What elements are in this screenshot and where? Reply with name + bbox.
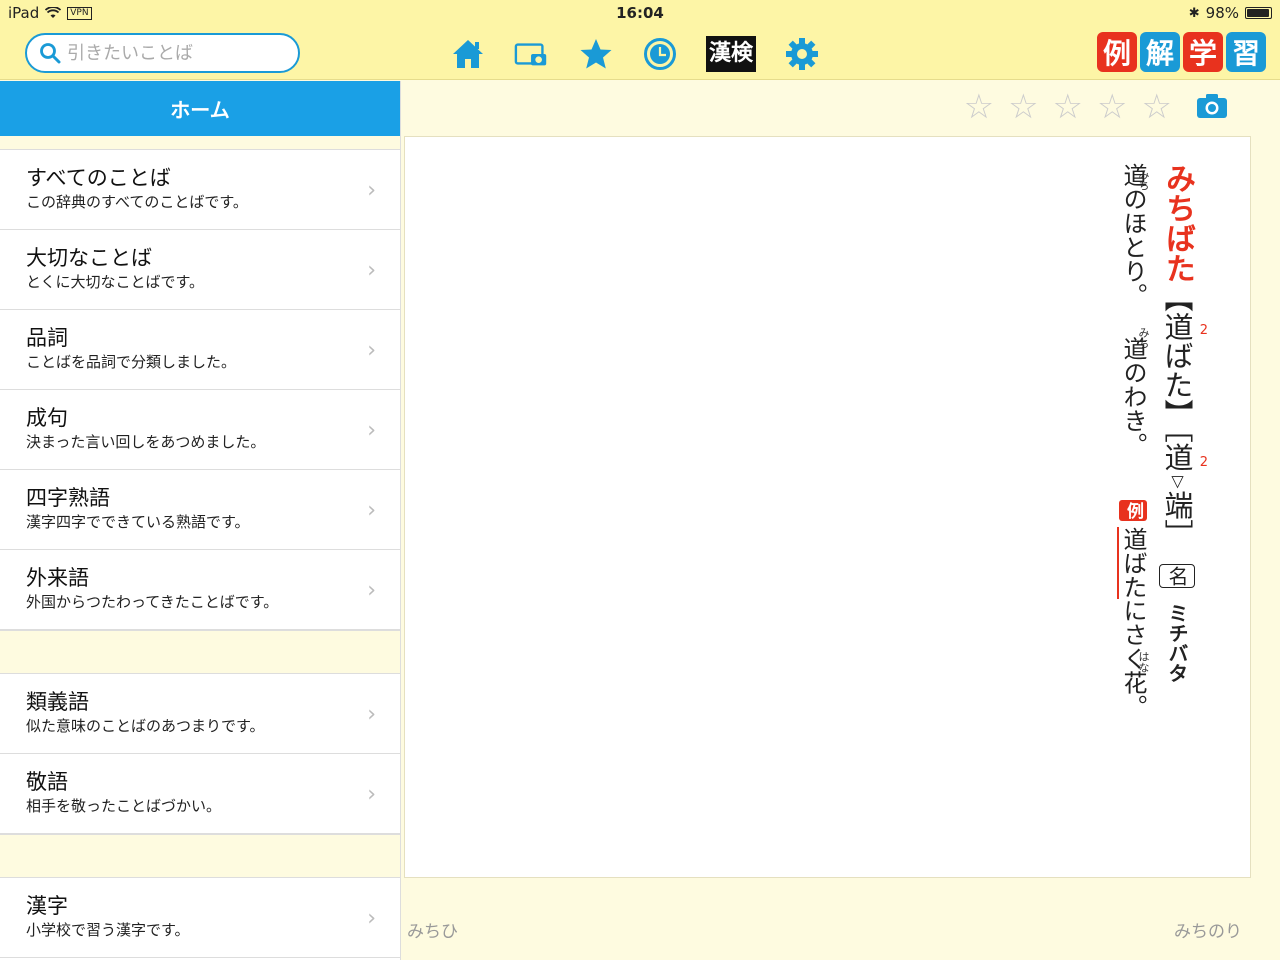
sidebar-item-title: 敬語: [26, 770, 68, 794]
sidebar-item-title: 漢字: [26, 894, 68, 918]
entry-kanji-alt-a: 道: [1160, 442, 1194, 472]
search-input[interactable]: [67, 42, 287, 64]
part-of-speech-badge: 名: [1159, 563, 1195, 588]
entry-pane: ☆ ☆ ☆ ☆ ☆ みちばた【道ばた】［道▽端］ 名 ミチバタ 2 2 みち み…: [401, 81, 1280, 960]
kanken-button[interactable]: 漢検: [706, 36, 757, 72]
settings-gear-icon[interactable]: [784, 36, 820, 72]
toolbar: 漢検 例 解 学 習: [0, 28, 1280, 80]
chevron-right-icon: ›: [367, 578, 376, 603]
star-outline-icon[interactable]: ☆: [1142, 89, 1172, 125]
definition-2: 道のわき。: [1119, 336, 1147, 457]
entry-headword: みちばた: [1160, 163, 1195, 283]
chevron-right-icon: ›: [367, 338, 376, 363]
chevron-right-icon: ›: [367, 782, 376, 807]
chevron-right-icon: ›: [367, 906, 376, 931]
grade-superscript: 2: [1199, 455, 1208, 470]
sidebar-item-important-words[interactable]: 大切なことば とくに大切なことばです。 ›: [0, 230, 400, 310]
sidebar-item-kanji[interactable]: 漢字 小学校で習う漢字です。 ›: [0, 878, 400, 958]
history-clock-icon[interactable]: [642, 36, 678, 72]
entry-page: みちばた【道ばた】［道▽端］ 名 ミチバタ 2 2 みち みち はな 道のほとり…: [404, 136, 1251, 878]
entry-kanji-mark: ▽: [1168, 471, 1187, 491]
sidebar-item-desc: 決まった言い回しをあつめました。: [26, 433, 266, 451]
sidebar-item-desc: とくに大切なことばです。: [26, 273, 205, 291]
sidebar-item-desc: 外国からつたわってきたことばです。: [26, 593, 279, 611]
entry-kanji-alt-b: 端: [1160, 490, 1194, 520]
sidebar-item-desc: ことばを品詞で分類しました。: [26, 353, 237, 371]
sidebar-item-idioms[interactable]: 成句 決まった言い回しをあつめました。 ›: [0, 390, 400, 470]
sidebar-item-desc: 小学校で習う漢字です。: [26, 921, 190, 939]
bracket-close-alt: ］: [1160, 519, 1194, 549]
chevron-right-icon: ›: [367, 702, 376, 727]
rating-stars[interactable]: ☆ ☆ ☆ ☆ ☆: [964, 89, 1172, 125]
sidebar-item-desc: 似た意味のことばのあつまりです。: [26, 717, 265, 735]
sidebar-item-title: 外来語: [26, 566, 89, 590]
example-headword: 道ばた: [1117, 526, 1147, 599]
status-right: ✱ 98%: [1189, 4, 1272, 22]
sidebar-item-title: 大切なことば: [26, 246, 152, 270]
entry-katakana: ミチバタ: [1165, 602, 1189, 683]
sidebar-item-all-words[interactable]: すべてのことば この辞典のすべてのことばです。 ›: [0, 150, 400, 230]
entry-kanji-form: 道ばた: [1160, 312, 1194, 399]
section-spacer: [0, 136, 400, 150]
example-kanji: 花: [1119, 670, 1147, 695]
star-outline-icon[interactable]: ☆: [1097, 89, 1127, 125]
star-outline-icon[interactable]: ☆: [964, 89, 994, 125]
sidebar-item-title: 成句: [26, 406, 68, 430]
entry-headword-column: みちばた【道ばた】［道▽端］ 名 ミチバタ: [1159, 163, 1195, 683]
battery-percent: 98%: [1205, 4, 1239, 22]
status-time: 16:04: [616, 4, 664, 22]
sidebar-item-title: 品詞: [26, 326, 68, 350]
search-box[interactable]: [25, 33, 300, 73]
home-icon[interactable]: [450, 36, 486, 72]
sidebar-item-desc: この辞典のすべてのことばです。: [26, 193, 248, 211]
sidebar-item-synonyms[interactable]: 類義語 似た意味のことばのあつまりです。 ›: [0, 674, 400, 754]
logo-char: 習: [1226, 32, 1266, 72]
sidebar: ホーム すべてのことば この辞典のすべてのことばです。 › 大切なことば とくに…: [0, 81, 401, 960]
section-spacer: [0, 630, 400, 674]
bracket-open-alt: ［: [1160, 428, 1194, 443]
sidebar-item-title: 四字熟語: [26, 486, 110, 510]
next-entry-link[interactable]: みちのり: [1174, 917, 1242, 942]
star-outline-icon[interactable]: ☆: [1053, 89, 1083, 125]
chevron-right-icon: ›: [367, 418, 376, 443]
section-spacer: [0, 834, 400, 878]
example-badge: 例: [1119, 499, 1147, 521]
search-icon: [40, 43, 61, 64]
bracket-close: 】: [1160, 399, 1194, 428]
camera-icon[interactable]: [1196, 93, 1228, 123]
sidebar-item-parts-of-speech[interactable]: 品詞 ことばを品詞で分類しました。 ›: [0, 310, 400, 390]
sidebar-item-desc: 漢字四字でできている熟語です。: [26, 513, 250, 531]
chevron-right-icon: ›: [367, 498, 376, 523]
battery-icon: [1245, 7, 1272, 19]
sidebar-item-four-char-idioms[interactable]: 四字熟語 漢字四字でできている熟語です。 ›: [0, 470, 400, 550]
screen-capture-icon[interactable]: [514, 36, 550, 72]
grade-superscript: 2: [1199, 323, 1208, 338]
favorites-star-icon[interactable]: [578, 36, 614, 72]
sidebar-item-desc: 相手を敬ったことばづかい。: [26, 797, 222, 815]
definition-1: 道のほとり。: [1119, 163, 1147, 307]
logo-char: 学: [1183, 32, 1223, 72]
chevron-right-icon: ›: [367, 258, 376, 283]
logo-char: 解: [1140, 32, 1180, 72]
sidebar-item-honorifics[interactable]: 敬語 相手を敬ったことばづかい。 ›: [0, 754, 400, 834]
sidebar-title: ホーム: [0, 81, 400, 136]
star-outline-icon[interactable]: ☆: [1008, 89, 1038, 125]
sidebar-item-loanwords[interactable]: 外来語 外国からつたわってきたことばです。 ›: [0, 550, 400, 630]
bracket-open: 【: [1160, 283, 1194, 312]
example-text: にさく: [1119, 598, 1147, 671]
example-end: 。: [1119, 694, 1147, 719]
bluetooth-icon: ✱: [1188, 5, 1200, 21]
toolbar-icons: 漢検: [450, 36, 820, 72]
entry-definition-column: 道のほとり。 道のわき。 例道ばたにさく花。: [1117, 163, 1147, 719]
prev-entry-link[interactable]: みちひ: [407, 917, 458, 942]
sidebar-item-title: 類義語: [26, 690, 89, 714]
status-bar: iPad VPN 16:04 ✱ 98%: [0, 0, 1280, 28]
chevron-right-icon: ›: [367, 178, 376, 203]
sidebar-item-title: すべてのことば: [26, 166, 171, 190]
logo-char: 例: [1097, 32, 1137, 72]
app-logo: 例 解 学 習: [1097, 32, 1266, 72]
